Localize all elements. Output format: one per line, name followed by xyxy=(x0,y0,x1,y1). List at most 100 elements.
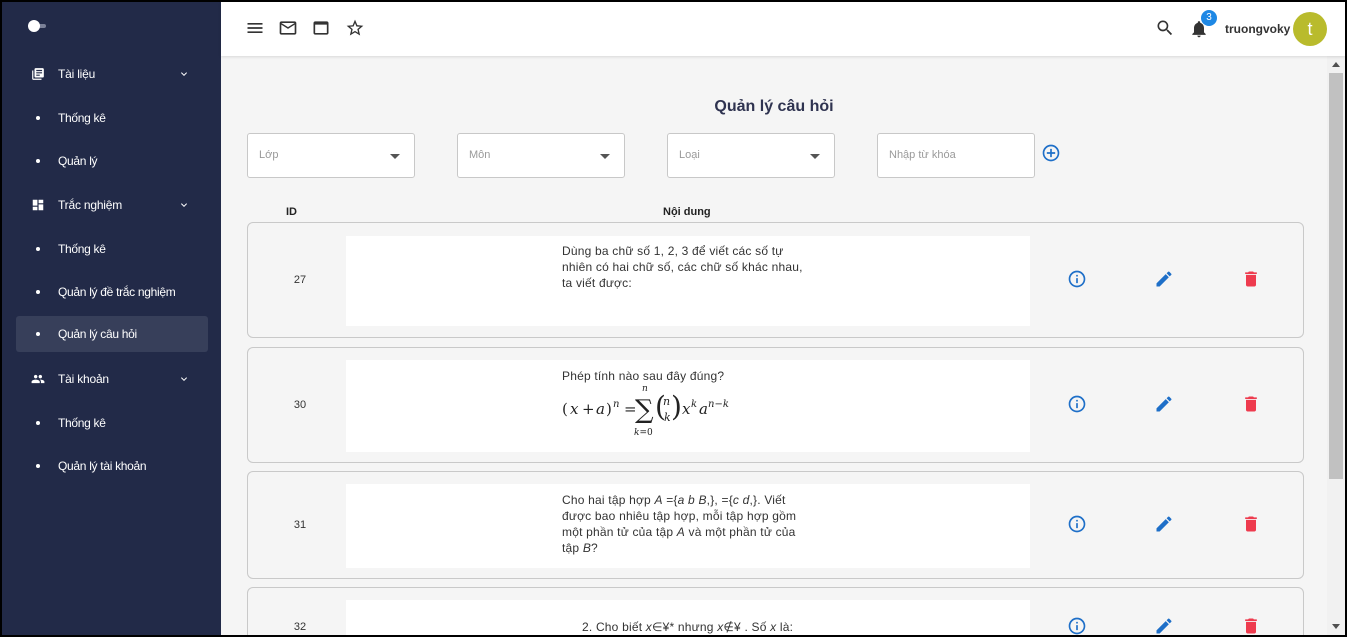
delete-icon[interactable] xyxy=(1241,394,1261,414)
svg-text:∑: ∑ xyxy=(635,395,654,425)
question-id: 27 xyxy=(293,274,307,286)
avatar[interactable]: t xyxy=(1293,12,1327,46)
add-circle-icon[interactable] xyxy=(1041,143,1061,163)
question-content: Dùng ba chữ số 1, 2, 3 để viết các số tự… xyxy=(346,236,1030,326)
chevron-down-icon[interactable] xyxy=(178,68,190,80)
question-content: Cho hai tập hợp A ={a b B,}, ={c d,}. Vi… xyxy=(346,484,1030,568)
sidebar-item-accounts-manage[interactable]: Quản lý tài khoản xyxy=(16,448,208,484)
sidebar-item-label: Quản lý xyxy=(58,154,98,168)
edit-icon[interactable] xyxy=(1154,514,1174,534)
sidebar: Tài liệu Thống kê Quản lý Trắc nghiệm Th… xyxy=(2,2,221,635)
svg-text:a: a xyxy=(596,400,605,418)
chevron-down-icon[interactable] xyxy=(178,199,190,211)
question-id: 30 xyxy=(293,399,307,411)
sidebar-item-label: Thống kê xyxy=(58,416,106,430)
nav-group-accounts[interactable]: Tài khoản xyxy=(2,361,221,397)
svg-text:+: + xyxy=(582,400,595,418)
sidebar-item-label: Thống kê xyxy=(58,242,106,256)
svg-text:n−k: n−k xyxy=(708,399,729,410)
info-icon[interactable] xyxy=(1067,394,1087,414)
table-row: 31 Cho hai tập hợp A ={a b B,}, ={c d,}.… xyxy=(247,471,1304,579)
svg-text:x: x xyxy=(682,400,691,418)
svg-text:): ) xyxy=(671,390,682,423)
page-title: Quản lý câu hỏi xyxy=(714,98,834,115)
class-select-placeholder: Lớp xyxy=(259,149,279,161)
svg-text:n: n xyxy=(663,395,670,408)
svg-text:k: k xyxy=(691,399,697,410)
topbar: 3 truongvoky t xyxy=(221,2,1345,56)
delete-icon[interactable] xyxy=(1241,269,1261,289)
notification-badge: 3 xyxy=(1201,10,1217,26)
question-id: 31 xyxy=(293,519,307,531)
delete-icon[interactable] xyxy=(1241,616,1261,635)
info-icon[interactable] xyxy=(1067,514,1087,534)
edit-icon[interactable] xyxy=(1154,394,1174,414)
type-select[interactable]: Loại xyxy=(667,133,835,178)
sidebar-item-label: Thống kê xyxy=(58,111,106,125)
type-select-placeholder: Loại xyxy=(679,149,700,161)
svg-text:n: n xyxy=(642,384,648,394)
delete-icon[interactable] xyxy=(1241,514,1261,534)
svg-text:n: n xyxy=(613,399,619,410)
sidebar-item-quiz-questions[interactable]: Quản lý câu hỏi xyxy=(16,316,208,352)
sidebar-toggle[interactable] xyxy=(28,20,48,34)
sidebar-item-label: Quản lý đề trắc nghiệm xyxy=(58,285,176,299)
dropdown-arrow-icon xyxy=(810,154,820,159)
edit-icon[interactable] xyxy=(1154,269,1174,289)
window-icon[interactable] xyxy=(311,18,331,38)
mail-icon[interactable] xyxy=(278,18,298,38)
svg-text:(: ( xyxy=(562,400,568,418)
svg-text:): ) xyxy=(606,400,612,418)
vertical-scrollbar[interactable] xyxy=(1327,56,1345,635)
svg-text:k: k xyxy=(664,411,671,424)
nav-group-label: Tài liệu xyxy=(58,67,96,81)
info-icon[interactable] xyxy=(1067,616,1087,635)
column-header-content: Nội dung xyxy=(663,206,711,218)
library-books-icon xyxy=(32,68,44,80)
scroll-down-arrow-icon[interactable] xyxy=(1332,624,1340,629)
svg-text:a: a xyxy=(699,400,708,418)
question-text: 2. Cho biết x∈¥* nhưng x∉¥ . Số x là: xyxy=(582,620,794,634)
question-text: Dùng ba chữ số 1, 2, 3 để viết các số tự… xyxy=(562,244,803,290)
table-row: 32 2. Cho biết x∈¥* nhưng x∉¥ . Số x là: xyxy=(247,587,1304,635)
nav-group-documents[interactable]: Tài liệu xyxy=(2,56,221,92)
sidebar-item-documents-manage[interactable]: Quản lý xyxy=(16,143,208,179)
people-icon xyxy=(31,374,45,384)
username[interactable]: truongvoky xyxy=(1225,22,1290,36)
dropdown-arrow-icon xyxy=(390,154,400,159)
nav-group-label: Trắc nghiệm xyxy=(58,198,123,212)
question-text: Cho hai tập hợp A ={a b B,}, ={c d,}. Vi… xyxy=(562,493,797,555)
nav-group-quiz[interactable]: Trắc nghiệm xyxy=(2,187,221,223)
star-icon[interactable] xyxy=(345,18,365,38)
table-row: 27 Dùng ba chữ số 1, 2, 3 để viết các số… xyxy=(247,222,1304,338)
binomial-formula: ( x + a ) n = n ∑ k=0 ( n k ) x k a n−k xyxy=(562,384,729,437)
subject-select[interactable]: Môn xyxy=(457,133,625,178)
svg-text:x: x xyxy=(570,400,579,418)
question-content: Phép tính nào sau đây đúng? ( x + a ) n … xyxy=(346,360,1030,452)
main-content: Quản lý câu hỏi Lớp Môn Loại Nhập từ khó… xyxy=(221,56,1327,635)
info-icon[interactable] xyxy=(1067,269,1087,289)
search-icon[interactable] xyxy=(1155,18,1175,38)
keyword-input[interactable]: Nhập từ khóa xyxy=(877,133,1035,178)
chevron-down-icon[interactable] xyxy=(178,373,190,385)
sidebar-item-accounts-stats[interactable]: Thống kê xyxy=(16,405,208,441)
sidebar-item-quiz-stats[interactable]: Thống kê xyxy=(16,231,208,267)
question-text: Phép tính nào sau đây đúng? xyxy=(562,369,725,383)
sidebar-item-label: Quản lý tài khoản xyxy=(58,459,147,473)
dashboard-icon xyxy=(32,199,44,211)
nav-group-label: Tài khoản xyxy=(58,372,109,386)
keyword-input-placeholder: Nhập từ khóa xyxy=(889,149,956,161)
sidebar-item-quiz-exams[interactable]: Quản lý đề trắc nghiệm xyxy=(16,274,208,310)
edit-icon[interactable] xyxy=(1154,616,1174,635)
scroll-up-arrow-icon[interactable] xyxy=(1332,62,1340,67)
svg-text:k=0: k=0 xyxy=(634,428,653,437)
table-row: 30 Phép tính nào sau đây đúng? ( x + a )… xyxy=(247,347,1304,463)
question-content: 2. Cho biết x∈¥* nhưng x∉¥ . Số x là: xyxy=(346,600,1030,635)
question-id: 32 xyxy=(293,621,307,633)
scrollbar-thumb[interactable] xyxy=(1329,73,1343,479)
column-header-id: ID xyxy=(286,206,297,218)
sidebar-item-label: Quản lý câu hỏi xyxy=(58,327,137,341)
sidebar-item-documents-stats[interactable]: Thống kê xyxy=(16,100,208,136)
class-select[interactable]: Lớp xyxy=(247,133,415,178)
menu-icon[interactable] xyxy=(245,18,265,38)
